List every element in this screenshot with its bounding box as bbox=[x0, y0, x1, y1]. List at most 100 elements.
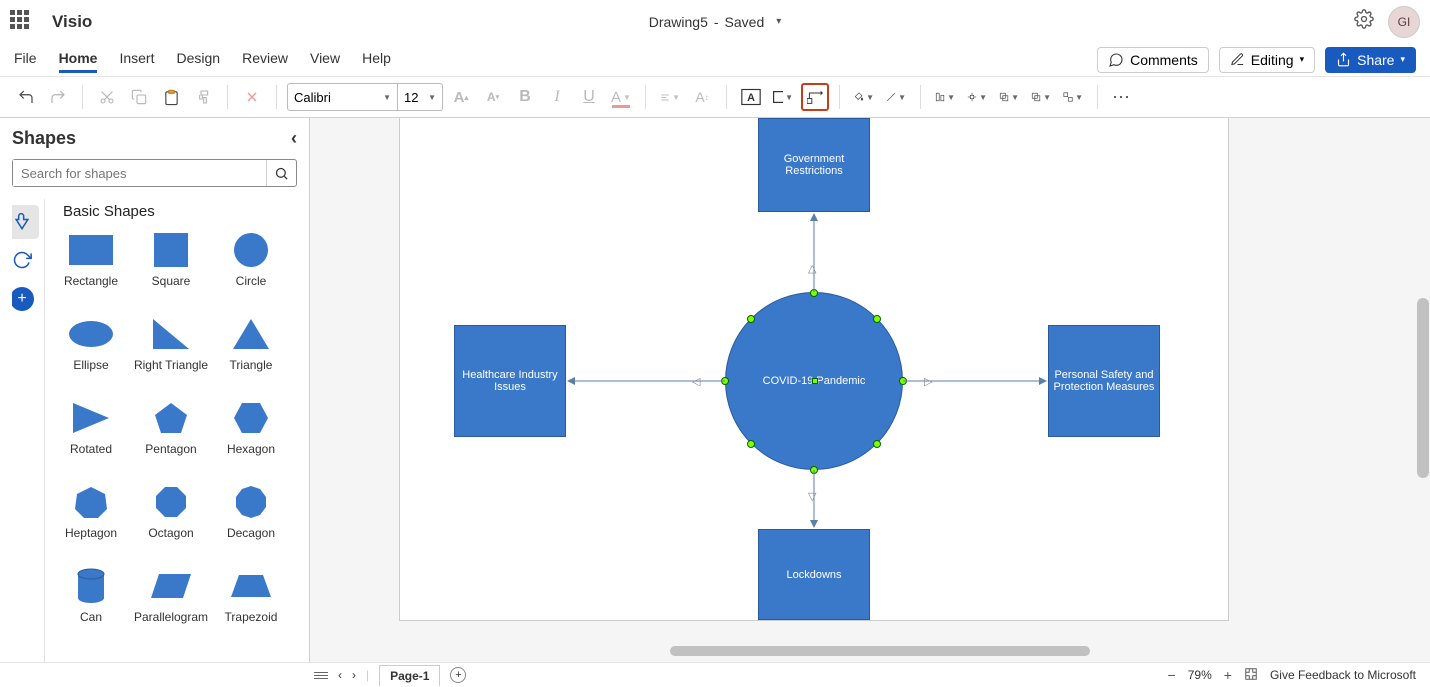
font-selector[interactable]: Calibri▼ 12▼ bbox=[287, 83, 443, 111]
stencil-arrows-button[interactable] bbox=[12, 243, 39, 277]
zoom-level[interactable]: 79% bbox=[1188, 668, 1212, 682]
paste-button[interactable] bbox=[157, 83, 185, 111]
editing-mode-button[interactable]: Editing ▾ bbox=[1219, 47, 1315, 73]
shape-trapezoid[interactable]: Trapezoid bbox=[211, 564, 291, 644]
undo-button[interactable] bbox=[12, 83, 40, 111]
send-back-button[interactable]: ▼ bbox=[1027, 83, 1055, 111]
add-page-button[interactable]: + bbox=[450, 667, 466, 683]
tab-design[interactable]: Design bbox=[176, 46, 220, 73]
group-button[interactable]: ▼ bbox=[1059, 83, 1087, 111]
pages-menu-button[interactable] bbox=[314, 672, 328, 679]
zoom-out-button[interactable]: − bbox=[1168, 667, 1176, 683]
grow-font-button[interactable]: A▴ bbox=[447, 83, 475, 111]
font-color-button[interactable]: A ▼ bbox=[607, 83, 635, 111]
shape-octagon[interactable]: Octagon bbox=[131, 480, 211, 560]
shape-triangle[interactable]: Triangle bbox=[211, 312, 291, 392]
shape-heptagon[interactable]: Heptagon bbox=[51, 480, 131, 560]
shape-top[interactable]: Government Restrictions bbox=[758, 118, 870, 212]
italic-button[interactable]: I bbox=[543, 83, 571, 111]
shape-search[interactable] bbox=[12, 159, 297, 187]
app-launcher-icon[interactable] bbox=[10, 10, 34, 34]
comments-button[interactable]: Comments bbox=[1097, 47, 1209, 73]
drawing-page[interactable]: COVID-19 Pandemic Government Restriction… bbox=[400, 118, 1228, 620]
cut-button[interactable] bbox=[93, 83, 121, 111]
autoconnect-up[interactable]: △ bbox=[808, 262, 816, 275]
document-title[interactable]: Drawing5 - Saved ▾ bbox=[649, 14, 782, 30]
shape-bottom[interactable]: Lockdowns bbox=[758, 529, 870, 620]
user-avatar[interactable]: GI bbox=[1388, 6, 1420, 38]
fill-color-button[interactable]: ▼ bbox=[850, 83, 878, 111]
horizontal-scrollbar[interactable] bbox=[670, 646, 1090, 656]
shape-square[interactable]: Square bbox=[131, 228, 211, 308]
connection-point[interactable] bbox=[810, 289, 818, 297]
tab-review[interactable]: Review bbox=[242, 46, 288, 73]
shape-hexagon[interactable]: Hexagon bbox=[211, 396, 291, 476]
copy-button[interactable] bbox=[125, 83, 153, 111]
next-page-button[interactable]: › bbox=[352, 668, 356, 682]
tab-file[interactable]: File bbox=[14, 46, 37, 73]
rectangle-tool-button[interactable]: ▼ bbox=[769, 83, 797, 111]
line-color-button[interactable]: ▼ bbox=[882, 83, 910, 111]
underline-button[interactable]: U bbox=[575, 83, 603, 111]
shape-grid: Rectangle Square Circle Ellipse Right Tr… bbox=[45, 228, 297, 644]
chevron-down-icon[interactable]: ▾ bbox=[776, 16, 781, 27]
shape-circle[interactable]: Circle bbox=[211, 228, 291, 308]
shape-right[interactable]: Personal Safety and Protection Measures bbox=[1048, 325, 1160, 437]
collapse-panel-button[interactable]: ‹ bbox=[291, 128, 297, 149]
shape-search-input[interactable] bbox=[13, 160, 266, 186]
format-painter-button[interactable] bbox=[189, 83, 217, 111]
zoom-in-button[interactable]: + bbox=[1224, 667, 1232, 683]
shape-ellipse[interactable]: Ellipse bbox=[51, 312, 131, 392]
autoconnect-down[interactable]: ▽ bbox=[808, 490, 816, 503]
prev-page-button[interactable]: ‹ bbox=[338, 668, 342, 682]
shape-parallelogram[interactable]: Parallelogram bbox=[131, 564, 211, 644]
tab-view[interactable]: View bbox=[310, 46, 340, 73]
shape-rectangle[interactable]: Rectangle bbox=[51, 228, 131, 308]
chevron-down-icon: ▾ bbox=[1300, 54, 1305, 65]
delete-button[interactable] bbox=[238, 83, 266, 111]
search-icon[interactable] bbox=[266, 160, 296, 186]
connector-tool-button[interactable] bbox=[801, 83, 829, 111]
feedback-link[interactable]: Give Feedback to Microsoft bbox=[1270, 668, 1416, 682]
fit-page-button[interactable] bbox=[1244, 667, 1258, 684]
autoconnect-right[interactable]: ▷ bbox=[924, 375, 932, 388]
tab-insert[interactable]: Insert bbox=[119, 46, 154, 73]
shape-decagon[interactable]: Decagon bbox=[211, 480, 291, 560]
tab-help[interactable]: Help bbox=[362, 46, 391, 73]
shape-rotated[interactable]: Rotated bbox=[51, 396, 131, 476]
shrink-font-button[interactable]: A▾ bbox=[479, 83, 507, 111]
connection-point[interactable] bbox=[747, 315, 755, 323]
vertical-text-button[interactable]: A↕ bbox=[688, 83, 716, 111]
app-name: Visio bbox=[52, 12, 92, 32]
shape-can[interactable]: Can bbox=[51, 564, 131, 644]
autoconnect-left[interactable]: ◁ bbox=[692, 375, 700, 388]
stencil-basic-shapes-button[interactable] bbox=[12, 205, 39, 239]
text-tool-button[interactable]: A bbox=[737, 83, 765, 111]
shape-left[interactable]: Healthcare Industry Issues bbox=[454, 325, 566, 437]
title-bar: Visio Drawing5 - Saved ▾ GI bbox=[0, 0, 1430, 43]
align-button[interactable]: ▼ bbox=[656, 83, 684, 111]
share-label: Share bbox=[1357, 52, 1394, 68]
connection-point[interactable] bbox=[899, 377, 907, 385]
arrange-position-button[interactable]: ▼ bbox=[963, 83, 991, 111]
redo-button[interactable] bbox=[44, 83, 72, 111]
add-stencil-button[interactable]: + bbox=[12, 287, 34, 311]
canvas-area[interactable]: COVID-19 Pandemic Government Restriction… bbox=[310, 118, 1430, 662]
shape-right-triangle[interactable]: Right Triangle bbox=[131, 312, 211, 392]
share-button[interactable]: Share ▾ bbox=[1325, 47, 1416, 73]
connection-point[interactable] bbox=[810, 466, 818, 474]
vertical-scrollbar[interactable] bbox=[1417, 298, 1429, 478]
bold-button[interactable]: B bbox=[511, 83, 539, 111]
arrange-align-button[interactable]: ▼ bbox=[931, 83, 959, 111]
settings-button[interactable] bbox=[1354, 9, 1374, 34]
more-options-button[interactable]: ⋯ bbox=[1108, 83, 1136, 111]
connection-point[interactable] bbox=[721, 377, 729, 385]
connection-point[interactable] bbox=[873, 440, 881, 448]
tab-home[interactable]: Home bbox=[59, 46, 98, 73]
connection-point[interactable] bbox=[747, 440, 755, 448]
connection-point[interactable] bbox=[873, 315, 881, 323]
shape-pentagon[interactable]: Pentagon bbox=[131, 396, 211, 476]
page-tab[interactable]: Page-1 bbox=[379, 665, 440, 686]
stencil-title: Basic Shapes bbox=[63, 203, 297, 220]
bring-front-button[interactable]: ▼ bbox=[995, 83, 1023, 111]
